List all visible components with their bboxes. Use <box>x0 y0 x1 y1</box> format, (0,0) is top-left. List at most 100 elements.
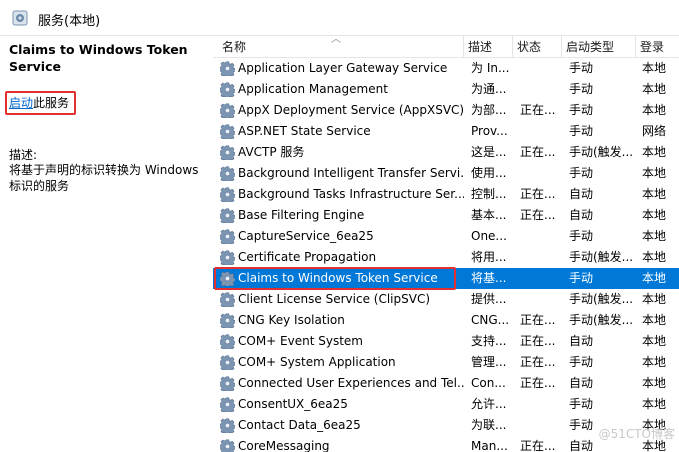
services-list[interactable]: ︿ 名称 描述 状态 启动类型 登录 Application Layer Gat… <box>213 36 679 452</box>
service-row[interactable]: Client License Service (ClipSVC) 提供... 手动(… <box>213 289 679 310</box>
service-description-cell: Prov... <box>471 124 508 138</box>
service-status-cell <box>520 415 562 436</box>
service-row[interactable]: CaptureService_6ea25 One... 手动 本地 <box>213 226 679 247</box>
service-status-cell: 正在... <box>520 103 556 117</box>
service-description-cell: 支持... <box>471 334 507 348</box>
service-status-cell <box>520 289 562 310</box>
column-header-description[interactable]: 描述 <box>464 36 513 58</box>
service-description-cell: 使用... <box>471 166 507 180</box>
service-status-cell: 正在... <box>520 145 556 159</box>
service-status-cell <box>520 247 562 268</box>
service-logon-cell: 本地 <box>642 418 667 432</box>
service-row[interactable]: ASP.NET State Service Prov... 手动 网络 <box>213 121 679 142</box>
service-startup-cell: 手动(触发... <box>569 145 634 159</box>
service-status-cell <box>520 79 562 100</box>
service-name-cell: COM+ System Application <box>238 355 396 369</box>
service-logon-cell: 本地 <box>642 166 667 180</box>
service-description-cell: 允许... <box>471 397 507 411</box>
service-status-cell: 正在... <box>520 376 556 390</box>
service-description-cell: 为 In... <box>471 61 510 75</box>
service-startup-cell: 手动 <box>569 82 594 96</box>
service-description-cell: 控制... <box>471 187 507 201</box>
window-title-bar: 服务(本地) <box>0 0 679 36</box>
service-logon-cell: 本地 <box>642 397 667 411</box>
service-description-cell: 提供... <box>471 292 507 306</box>
service-row[interactable]: AppX Deployment Service (AppXSVC) 为部... 正在… <box>213 100 679 121</box>
service-description-cell: 为通... <box>471 82 507 96</box>
service-row[interactable]: Connected User Experiences and Tel... Con… <box>213 373 679 394</box>
column-header-name[interactable]: ︿ 名称 <box>213 36 464 58</box>
service-gear-icon <box>220 187 235 202</box>
column-header-startup-type[interactable]: 启动类型 <box>562 36 636 58</box>
description-label: 描述: <box>9 148 38 162</box>
service-name-cell: COM+ Event System <box>238 334 363 348</box>
service-row[interactable]: AVCTP 服务 这是... 正在... 手动(触发... 本地 <box>213 142 679 163</box>
service-name-cell: Certificate Propagation <box>238 250 377 264</box>
service-gear-icon <box>220 397 235 412</box>
sort-ascending-icon: ︿ <box>331 36 341 45</box>
service-gear-icon <box>220 82 235 97</box>
service-logon-cell: 本地 <box>642 61 667 75</box>
service-gear-icon <box>220 271 235 286</box>
service-logon-cell: 本地 <box>642 271 667 285</box>
service-logon-cell: 本地 <box>642 145 667 159</box>
service-description-cell: 管理... <box>471 355 507 369</box>
service-gear-icon <box>220 166 235 181</box>
service-logon-cell: 本地 <box>642 229 667 243</box>
service-row[interactable]: CNG Key Isolation CNG... 正在... 手动(触发... 本地 <box>213 310 679 331</box>
service-status-cell <box>520 163 562 184</box>
start-service-link[interactable]: 启动 <box>9 96 33 110</box>
service-row[interactable]: Application Management 为通... 手动 本地 <box>213 79 679 100</box>
service-startup-cell: 自动 <box>569 187 594 201</box>
service-name-cell: AppX Deployment Service (AppXSVC) <box>238 103 464 117</box>
service-gear-icon <box>220 439 235 452</box>
service-name-cell: Background Tasks Infrastructure Ser... <box>238 187 464 201</box>
service-row[interactable]: CoreMessaging Man... 正在... 自动 本地 <box>213 436 679 452</box>
service-row[interactable]: Application Layer Gateway Service 为 In...… <box>213 58 679 79</box>
service-name-cell: Contact Data_6ea25 <box>238 418 361 432</box>
service-row[interactable]: Base Filtering Engine 基本... 正在... 自动 本地 <box>213 205 679 226</box>
service-description-cell: One... <box>471 229 507 243</box>
service-gear-icon <box>220 103 235 118</box>
service-row[interactable]: Background Tasks Infrastructure Ser... 控制… <box>213 184 679 205</box>
column-header-status[interactable]: 状态 <box>513 36 562 58</box>
service-row[interactable]: Certificate Propagation 将用... 手动(触发... 本地 <box>213 247 679 268</box>
service-description-cell: CNG... <box>471 313 510 327</box>
service-logon-cell: 本地 <box>642 187 667 201</box>
column-header-description-label: 描述 <box>468 40 493 54</box>
start-service-action: 启动此服务 <box>9 94 69 111</box>
service-gear-icon <box>220 313 235 328</box>
service-logon-cell: 本地 <box>642 334 667 348</box>
service-logon-cell: 本地 <box>642 250 667 264</box>
service-gear-icon <box>220 376 235 391</box>
service-logon-cell: 本地 <box>642 208 667 222</box>
service-name-cell: Base Filtering Engine <box>238 208 365 222</box>
service-description-cell: Man... <box>471 439 508 452</box>
window-title: 服务(本地) <box>38 14 101 29</box>
service-row[interactable]: ConsentUX_6ea25 允许... 手动 本地 <box>213 394 679 415</box>
column-header-logon-label: 登录 <box>640 40 665 54</box>
services-gear-icon <box>12 10 28 26</box>
service-status-cell: 正在... <box>520 355 556 369</box>
service-startup-cell: 自动 <box>569 439 594 452</box>
start-service-suffix: 此服务 <box>33 96 70 110</box>
service-status-cell: 正在... <box>520 208 556 222</box>
service-logon-cell: 本地 <box>642 292 667 306</box>
service-gear-icon <box>220 124 235 139</box>
service-row[interactable]: COM+ System Application 管理... 正在... 手动 本地 <box>213 352 679 373</box>
column-header-name-label: 名称 <box>222 40 247 54</box>
service-gear-icon <box>220 418 235 433</box>
service-logon-cell: 本地 <box>642 103 667 117</box>
service-row[interactable]: COM+ Event System 支持... 正在... 自动 本地 <box>213 331 679 352</box>
service-description-cell: 将基... <box>471 271 507 285</box>
service-status-cell: 正在... <box>520 187 556 201</box>
service-row[interactable]: Contact Data_6ea25 为联... 手动 本地 <box>213 415 679 436</box>
service-logon-cell: 本地 <box>642 82 667 96</box>
service-logon-cell: 本地 <box>642 313 667 327</box>
service-status-cell <box>520 121 562 142</box>
service-description-cell: 这是... <box>471 145 507 159</box>
service-row[interactable]: Claims to Windows Token Service 将基... 手动 本地 <box>213 268 679 289</box>
service-row[interactable]: Background Intelligent Transfer Servi...… <box>213 163 679 184</box>
service-startup-cell: 手动 <box>569 229 594 243</box>
column-header-logon[interactable]: 登录 <box>636 36 679 58</box>
